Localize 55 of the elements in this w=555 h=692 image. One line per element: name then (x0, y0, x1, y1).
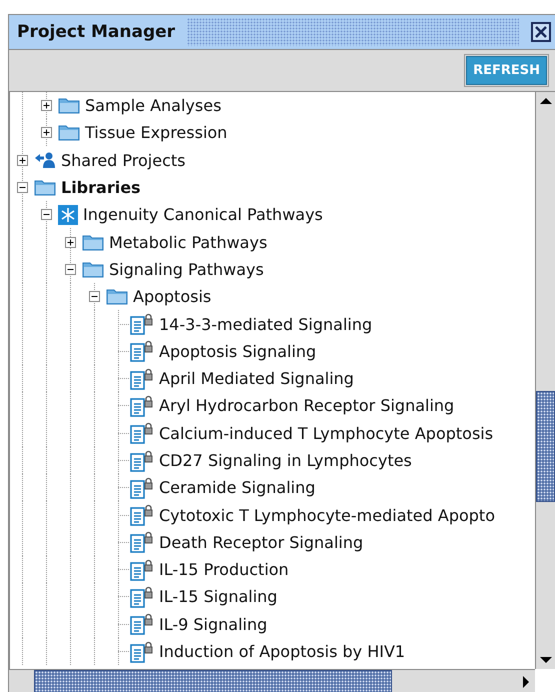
title-bar-grip[interactable] (187, 18, 519, 46)
tree-item[interactable]: 14-3-3-mediated Signaling (159, 314, 372, 334)
snowflake-icon (58, 204, 78, 225)
folder-icon (58, 97, 80, 114)
document-lock-icon (130, 558, 154, 581)
window-title: Project Manager (17, 22, 176, 42)
tree-item[interactable]: Libraries (61, 178, 141, 198)
tree-item[interactable]: Shared Projects (61, 150, 186, 170)
scrollbar-thumb[interactable] (34, 670, 392, 692)
tree-item[interactable]: Death Receptor Signaling (159, 532, 364, 552)
tree-item[interactable]: Induction of Apoptosis by HIV1 (159, 642, 406, 662)
expander-icon[interactable] (64, 236, 76, 248)
expander-icon[interactable] (16, 182, 28, 194)
tree-item[interactable]: Aryl Hydrocarbon Receptor Signaling (159, 396, 454, 416)
expander-icon[interactable] (40, 209, 52, 220)
expander-icon[interactable] (64, 264, 76, 275)
document-lock-icon (130, 340, 154, 362)
expander-icon[interactable] (16, 154, 28, 166)
tree-item[interactable]: Cytotoxic T Lymphocyte-mediated Apopto (159, 506, 495, 525)
tree-item[interactable]: Metabolic Pathways (109, 232, 268, 252)
expander-icon[interactable] (40, 100, 52, 112)
document-lock-icon (130, 450, 154, 472)
folder-icon (82, 234, 104, 251)
tree-item[interactable]: IL-15 Signaling (159, 587, 278, 606)
tree-item[interactable]: Tissue Expression (85, 123, 228, 142)
document-lock-icon (130, 394, 154, 417)
folder-icon (58, 124, 80, 142)
folder-icon (106, 288, 128, 306)
close-icon[interactable] (531, 22, 551, 42)
tree-item[interactable]: April Mediated Signaling (159, 369, 354, 388)
document-lock-icon (130, 476, 154, 499)
scrollbar-thumb[interactable] (536, 391, 555, 502)
expander-icon[interactable] (40, 127, 52, 138)
folder-icon (34, 179, 56, 196)
document-lock-icon (130, 640, 154, 663)
document-lock-icon (130, 368, 154, 390)
document-lock-icon (130, 531, 154, 554)
tree-item[interactable]: Apoptosis (133, 287, 212, 306)
tree-item[interactable]: Ingenuity Canonical Pathways (83, 205, 323, 224)
tree-item[interactable]: CD27 Signaling in Lymphocytes (159, 451, 412, 470)
folder-icon (82, 260, 104, 278)
tree-item[interactable]: Ceramide Signaling (159, 478, 316, 498)
tree-item[interactable]: Calcium-induced T Lymphocyte Apoptosis (159, 424, 494, 443)
tree-item[interactable]: Apoptosis Signaling (159, 342, 316, 361)
expander-icon[interactable] (88, 291, 100, 302)
document-lock-icon (130, 586, 154, 608)
tree-item[interactable]: Signaling Pathways (109, 260, 264, 279)
document-lock-icon (130, 613, 154, 636)
tree-item[interactable]: Sample Analyses (85, 96, 222, 116)
tree-item[interactable]: IL-9 Signaling (159, 614, 268, 634)
document-lock-icon (130, 504, 154, 526)
document-lock-icon (130, 313, 154, 336)
people-icon (34, 151, 56, 170)
tree-item[interactable]: IL-15 Production (159, 560, 289, 580)
document-lock-icon (130, 422, 154, 444)
